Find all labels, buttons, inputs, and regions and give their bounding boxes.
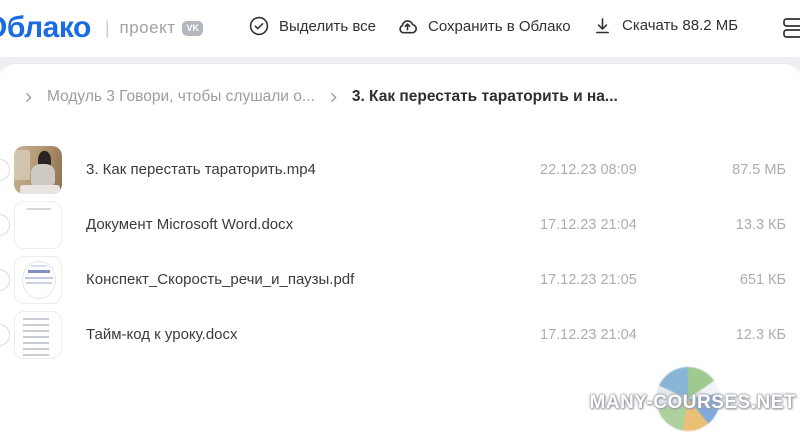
file-size: 13.3 КБ (668, 217, 786, 233)
file-size: 87.5 МБ (668, 162, 786, 178)
file-name[interactable]: Документ Microsoft Word.docx (86, 216, 540, 233)
file-row[interactable]: Документ Microsoft Word.docx 17.12.23 21… (0, 197, 800, 252)
project-label: проект (120, 18, 176, 38)
select-all-button[interactable]: Выделить все (248, 15, 376, 37)
download-icon (592, 15, 613, 36)
row-checkbox[interactable] (0, 324, 10, 346)
file-list: 3. Как перестать тараторить.mp4 22.12.23… (0, 142, 800, 362)
file-size: 651 КБ (668, 272, 786, 288)
save-to-cloud-label: Сохранить в Облако (428, 18, 571, 35)
file-thumbnail (14, 146, 62, 194)
breadcrumb: Модуль 3 Говори, чтобы слушали о... 3. К… (10, 88, 618, 106)
brand-area: Облако | проект VK (0, 9, 203, 47)
breadcrumb-item-parent-folder[interactable]: Модуль 3 Говори, чтобы слушали о... (47, 88, 315, 106)
file-name[interactable]: Тайм-код к уроку.docx (86, 326, 540, 343)
file-thumbnail (14, 311, 62, 359)
file-name[interactable]: Конспект_Скорость_речи_и_паузы.pdf (86, 271, 540, 288)
select-all-label: Выделить все (279, 18, 376, 35)
file-date: 17.12.23 21:05 (540, 272, 668, 288)
breadcrumb-item-current-folder: 3. Как перестать тараторить и на... (352, 88, 618, 106)
cloud-logo[interactable]: Облако (0, 9, 91, 47)
check-circle-icon (248, 15, 270, 37)
row-checkbox[interactable] (0, 214, 10, 236)
download-button[interactable]: Скачать 88.2 МБ (592, 15, 738, 36)
file-date: 17.12.23 21:04 (540, 327, 668, 343)
file-date: 17.12.23 21:04 (540, 217, 668, 233)
content-panel: Модуль 3 Говори, чтобы слушали о... 3. К… (0, 64, 800, 435)
row-checkbox[interactable] (0, 159, 10, 181)
file-row[interactable]: 3. Как перестать тараторить.mp4 22.12.23… (0, 142, 800, 197)
row-checkbox[interactable] (0, 269, 10, 291)
file-thumbnail (14, 256, 62, 304)
chevron-right-icon (22, 91, 35, 104)
file-thumbnail (14, 201, 62, 249)
list-view-icon[interactable] (783, 16, 800, 45)
file-date: 22.12.23 08:09 (540, 162, 668, 178)
save-to-cloud-button[interactable]: Сохранить в Облако (396, 15, 571, 38)
file-row[interactable]: Конспект_Скорость_речи_и_паузы.pdf 17.12… (0, 252, 800, 307)
download-label: Скачать 88.2 МБ (622, 17, 738, 34)
file-size: 12.3 КБ (668, 327, 786, 343)
cloud-upload-icon (396, 15, 419, 38)
file-name[interactable]: 3. Как перестать тараторить.mp4 (86, 161, 540, 178)
brand-divider: | (105, 18, 110, 39)
file-row[interactable]: Тайм-код к уроку.docx 17.12.23 21:04 12.… (0, 307, 800, 362)
top-toolbar: Облако | проект VK Выделить все Сохранит… (0, 0, 800, 57)
vk-logo-icon: VK (182, 21, 203, 36)
chevron-right-icon (327, 91, 340, 104)
